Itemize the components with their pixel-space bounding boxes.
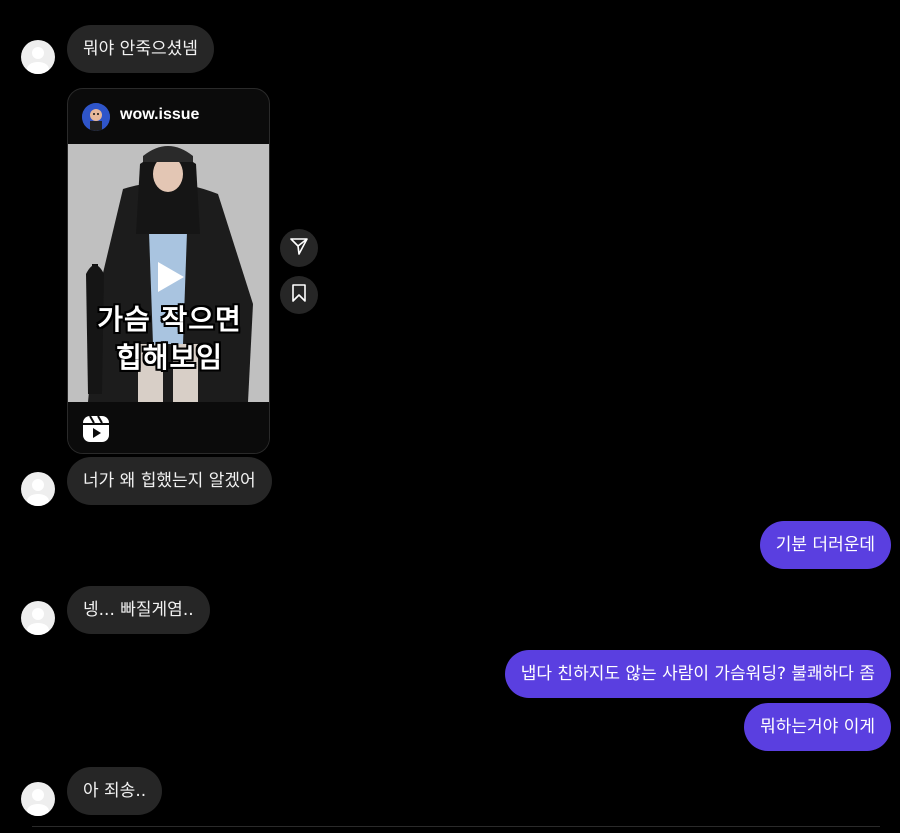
incoming-message[interactable]: 넹... 빠질게염.. — [67, 586, 210, 634]
bookmark-icon — [290, 283, 308, 307]
outgoing-message[interactable]: 기분 더러운데 — [759, 521, 891, 569]
sender-avatar[interactable] — [21, 782, 55, 816]
dm-conversation: 뭐야 안죽으셨넴 wow.issue 가슴 작으면 힙해보임 너가 왜 힙했는지… — [0, 0, 900, 833]
sender-avatar[interactable] — [21, 601, 55, 635]
reel-caption-line-2: 힙해보임 — [115, 341, 224, 374]
save-button[interactable] — [280, 276, 318, 314]
sender-avatar[interactable] — [21, 40, 55, 74]
incoming-message[interactable]: 너가 왜 힙했는지 알겠어 — [67, 457, 272, 505]
play-icon[interactable] — [150, 258, 188, 296]
post-author-avatar[interactable] — [82, 103, 110, 131]
reel-thumbnail[interactable]: 가슴 작으면 힙해보임 — [68, 144, 269, 402]
sender-avatar[interactable] — [21, 472, 55, 506]
reel-caption-line-1: 가슴 작으면 — [97, 303, 242, 336]
post-footer — [68, 402, 269, 453]
shared-reel-card[interactable]: wow.issue 가슴 작으면 힙해보임 — [67, 88, 270, 454]
post-username[interactable]: wow.issue — [120, 106, 199, 124]
outgoing-message[interactable]: 뭐하는거야 이게 — [744, 703, 891, 751]
incoming-message[interactable]: 아 죄송.. — [67, 767, 163, 815]
outgoing-message[interactable]: 냅다 친하지도 않는 사람이 가슴워딩? 불쾌하다 좀 — [504, 650, 891, 698]
incoming-message[interactable]: 뭐야 안죽으셨넴 — [67, 25, 214, 73]
share-button[interactable] — [280, 229, 318, 267]
post-header[interactable]: wow.issue — [68, 89, 269, 144]
reels-icon — [82, 415, 110, 443]
paper-plane-icon — [289, 236, 309, 260]
composer-divider — [32, 826, 880, 827]
